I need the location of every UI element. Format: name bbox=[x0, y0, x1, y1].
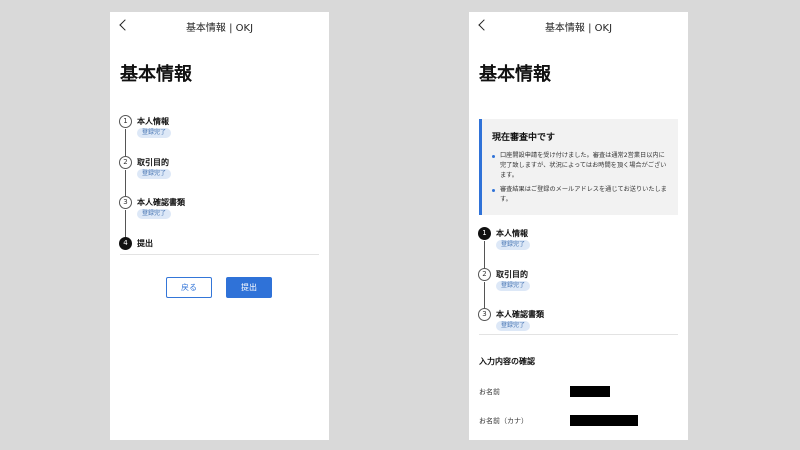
status-badge: 登録完了 bbox=[137, 128, 172, 138]
step-submit[interactable]: 4 提出 bbox=[119, 236, 319, 278]
step-number-circle: 3 bbox=[119, 196, 132, 210]
step-trading-purpose[interactable]: 2 取引目的 登録完了 bbox=[119, 155, 319, 198]
status-badge: 登録完了 bbox=[496, 240, 531, 250]
status-badge: 登録完了 bbox=[496, 280, 531, 291]
phone-screen-under-review: 基本情報 | OKJ 基本情報 現在審査中です 口座開設申請を受け付けました。審… bbox=[469, 12, 688, 440]
notice-text: 審査結果はご登録のメールアドレスを通じてお送りいたします。 bbox=[500, 186, 667, 203]
step-label: 提出 bbox=[137, 238, 153, 248]
submit-button[interactable]: 提出 bbox=[226, 277, 272, 298]
step-connector bbox=[125, 129, 126, 157]
step-personal-info[interactable]: 1 本人情報 登録完了 bbox=[478, 227, 678, 269]
redacted-name-value bbox=[570, 386, 610, 397]
name-field-label: お名前 bbox=[479, 388, 500, 396]
step-number-circle: 1 bbox=[119, 115, 132, 128]
notice-list: 口座開設申請を受け付けました。審査は通常2営業日以内に完了致しますが、状況によっ… bbox=[492, 151, 670, 209]
top-nav-bar: 基本情報 | OKJ bbox=[469, 12, 688, 42]
step-personal-info[interactable]: 1 本人情報 登録完了 bbox=[119, 115, 319, 157]
bullet-icon bbox=[492, 189, 495, 192]
notice-item: 口座開設申請を受け付けました。審査は通常2営業日以内に完了致しますが、状況によっ… bbox=[492, 151, 670, 181]
page-title: 基本情報 bbox=[479, 64, 551, 85]
step-id-documents[interactable]: 3 本人確認書類 登録完了 bbox=[119, 196, 319, 239]
divider bbox=[479, 334, 678, 335]
page-title: 基本情報 bbox=[120, 64, 192, 85]
step-label: 取引目的 bbox=[137, 157, 169, 167]
confirmation-section-title: 入力内容の確認 bbox=[479, 357, 535, 366]
step-number-circle-active: 1 bbox=[478, 227, 491, 240]
step-id-documents[interactable]: 3 本人確認書類 登録完了 bbox=[478, 308, 678, 349]
nav-title: 基本情報 | OKJ bbox=[544, 23, 613, 34]
step-number-circle-active: 4 bbox=[119, 236, 132, 250]
divider bbox=[120, 254, 319, 255]
notice-item: 審査結果はご登録のメールアドレスを通じてお送りいたします。 bbox=[492, 185, 670, 205]
progress-stepper: 1 本人情報 登録完了 2 取引目的 登録完了 3 本人確認書類 登録完了 bbox=[478, 227, 678, 349]
status-badge: 登録完了 bbox=[496, 321, 531, 332]
step-connector bbox=[125, 210, 126, 239]
notice-title: 現在審査中です bbox=[492, 133, 556, 143]
review-notice: 現在審査中です 口座開設申請を受け付けました。審査は通常2営業日以内に完了致しま… bbox=[479, 119, 678, 215]
step-number-circle: 2 bbox=[478, 267, 491, 281]
step-connector bbox=[484, 241, 485, 269]
status-badge: 登録完了 bbox=[137, 209, 172, 220]
name-kana-field-label: お名前（カナ） bbox=[479, 417, 528, 425]
step-label: 本人確認書類 bbox=[496, 310, 544, 320]
step-connector bbox=[125, 169, 126, 198]
step-number-circle: 2 bbox=[119, 155, 132, 169]
step-label: 取引目的 bbox=[496, 269, 528, 279]
status-badge: 登録完了 bbox=[137, 168, 172, 179]
redacted-name-kana-value bbox=[570, 415, 638, 426]
nav-title: 基本情報 | OKJ bbox=[185, 23, 254, 34]
top-nav-bar: 基本情報 | OKJ bbox=[110, 12, 329, 42]
step-label: 本人確認書類 bbox=[137, 198, 185, 208]
bullet-icon bbox=[492, 155, 495, 158]
step-number-circle: 3 bbox=[478, 308, 491, 322]
notice-text: 口座開設申請を受け付けました。審査は通常2営業日以内に完了致しますが、状況によっ… bbox=[500, 152, 667, 179]
step-label: 本人情報 bbox=[496, 229, 528, 238]
phone-screen-submit: 基本情報 | OKJ 基本情報 1 本人情報 登録完了 2 取引目的 登録完了 … bbox=[110, 12, 329, 440]
back-button[interactable]: 戻る bbox=[166, 277, 212, 298]
step-connector bbox=[484, 281, 485, 310]
step-label: 本人情報 bbox=[137, 117, 169, 126]
step-trading-purpose[interactable]: 2 取引目的 登録完了 bbox=[478, 267, 678, 310]
